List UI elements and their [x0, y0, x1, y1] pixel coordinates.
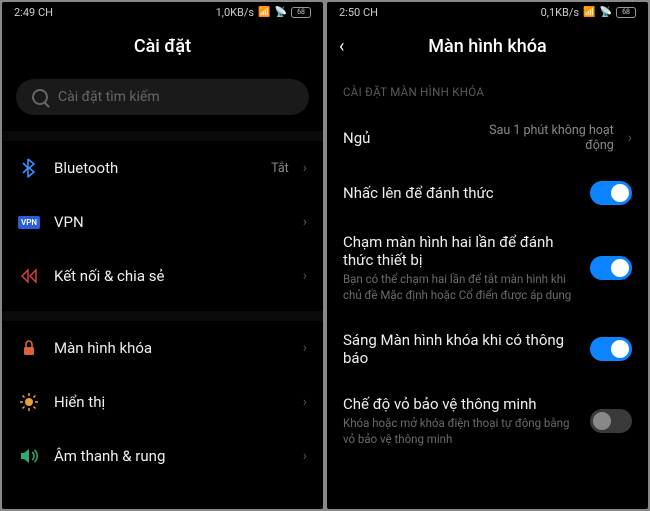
- chevron-right-icon: ›: [303, 160, 307, 176]
- row-label: Âm thanh & rung: [54, 447, 289, 465]
- chevron-right-icon: ›: [303, 214, 307, 230]
- row-sublabel: Khóa hoặc mở khóa điện thoại tự động bằn…: [343, 416, 576, 447]
- wifi-icon: 📡: [600, 7, 612, 18]
- chevron-right-icon: ›: [303, 340, 307, 356]
- search-icon: [32, 89, 48, 105]
- row-sleep[interactable]: Ngủ Sau 1 phút không hoạt động ›: [327, 109, 648, 167]
- settings-row-sound[interactable]: Âm thanh & rung ›: [2, 429, 323, 483]
- chevron-right-icon: ›: [303, 448, 307, 464]
- connect-icon: [18, 265, 40, 287]
- row-label: Ngủ: [343, 129, 450, 147]
- page-title: Cài đặt: [134, 36, 191, 57]
- row-label: Kết nối & chia sẻ: [54, 267, 289, 285]
- status-speed: 0,1KB/s: [541, 6, 580, 19]
- row-label: Chạm màn hình hai lần để đánh thức thiết…: [343, 233, 576, 269]
- row-label: Nhấc lên để đánh thức: [343, 184, 576, 202]
- section-divider: [2, 131, 323, 141]
- display-icon: [18, 391, 40, 413]
- battery-icon: 68: [291, 7, 311, 18]
- row-raise-to-wake[interactable]: Nhấc lên để đánh thức: [327, 167, 648, 219]
- toggle-smart-cover[interactable]: [590, 409, 632, 433]
- search-input[interactable]: Cài đặt tìm kiếm: [16, 79, 309, 115]
- header: ‹ Màn hình khóa: [327, 22, 648, 71]
- vpn-icon: VPN: [18, 211, 40, 233]
- row-label: Sáng Màn hình khóa khi có thông báo: [343, 331, 576, 367]
- row-wake-notify[interactable]: Sáng Màn hình khóa khi có thông báo: [327, 317, 648, 381]
- signal-icon: 📶: [583, 7, 595, 18]
- statusbar-left: 2:49 CH 1,0KB/s 📶 📡 68: [2, 2, 323, 22]
- toggle-raise-to-wake[interactable]: [590, 181, 632, 205]
- statusbar-right: 2:50 CH 0,1KB/s 📶 📡 68: [327, 2, 648, 22]
- settings-row-lockscreen[interactable]: Màn hình khóa ›: [2, 321, 323, 375]
- row-label: VPN: [54, 213, 289, 231]
- page-title: Màn hình khóa: [428, 36, 546, 57]
- row-label: Chế độ vỏ bảo vệ thông minh: [343, 395, 576, 413]
- row-sublabel: Bạn có thể chạm hai lần để tắt màn hình …: [343, 272, 576, 303]
- lock-icon: [18, 337, 40, 359]
- settings-screen: 2:49 CH 1,0KB/s 📶 📡 68 Cài đặt Cài đặt t…: [2, 2, 323, 509]
- back-button[interactable]: ‹: [339, 36, 344, 57]
- search-placeholder: Cài đặt tìm kiếm: [58, 89, 160, 105]
- status-time: 2:49 CH: [14, 6, 53, 19]
- row-smart-cover[interactable]: Chế độ vỏ bảo vệ thông minh Khóa hoặc mở…: [327, 381, 648, 461]
- toggle-double-tap[interactable]: [590, 256, 632, 280]
- row-double-tap[interactable]: Chạm màn hình hai lần để đánh thức thiết…: [327, 219, 648, 317]
- toggle-wake-notify[interactable]: [590, 337, 632, 361]
- bluetooth-icon: [18, 157, 40, 179]
- chevron-right-icon: ›: [303, 268, 307, 284]
- signal-icon: 📶: [258, 7, 270, 18]
- row-label: Màn hình khóa: [54, 339, 289, 357]
- chevron-right-icon: ›: [303, 394, 307, 410]
- status-time: 2:50 CH: [339, 6, 378, 19]
- settings-row-connect[interactable]: Kết nối & chia sẻ ›: [2, 249, 323, 303]
- row-value: Sau 1 phút không hoạt động: [464, 123, 614, 153]
- wifi-icon: 📡: [275, 7, 287, 18]
- header: Cài đặt: [2, 22, 323, 71]
- settings-row-bluetooth[interactable]: Bluetooth Tắt ›: [2, 141, 323, 195]
- battery-icon: 68: [616, 7, 636, 18]
- sound-icon: [18, 445, 40, 467]
- section-divider: [2, 311, 323, 321]
- row-label: Hiển thị: [54, 393, 289, 411]
- status-speed: 1,0KB/s: [216, 6, 255, 19]
- row-label: Bluetooth: [54, 159, 257, 177]
- section-label: CÀI ĐẶT MÀN HÌNH KHÓA: [327, 71, 648, 109]
- settings-row-display[interactable]: Hiển thị ›: [2, 375, 323, 429]
- lockscreen-settings-screen: 2:50 CH 0,1KB/s 📶 📡 68 ‹ Màn hình khóa C…: [327, 2, 648, 509]
- chevron-right-icon: ›: [628, 130, 632, 146]
- row-value: Tắt: [271, 161, 289, 176]
- settings-row-vpn[interactable]: VPN VPN ›: [2, 195, 323, 249]
